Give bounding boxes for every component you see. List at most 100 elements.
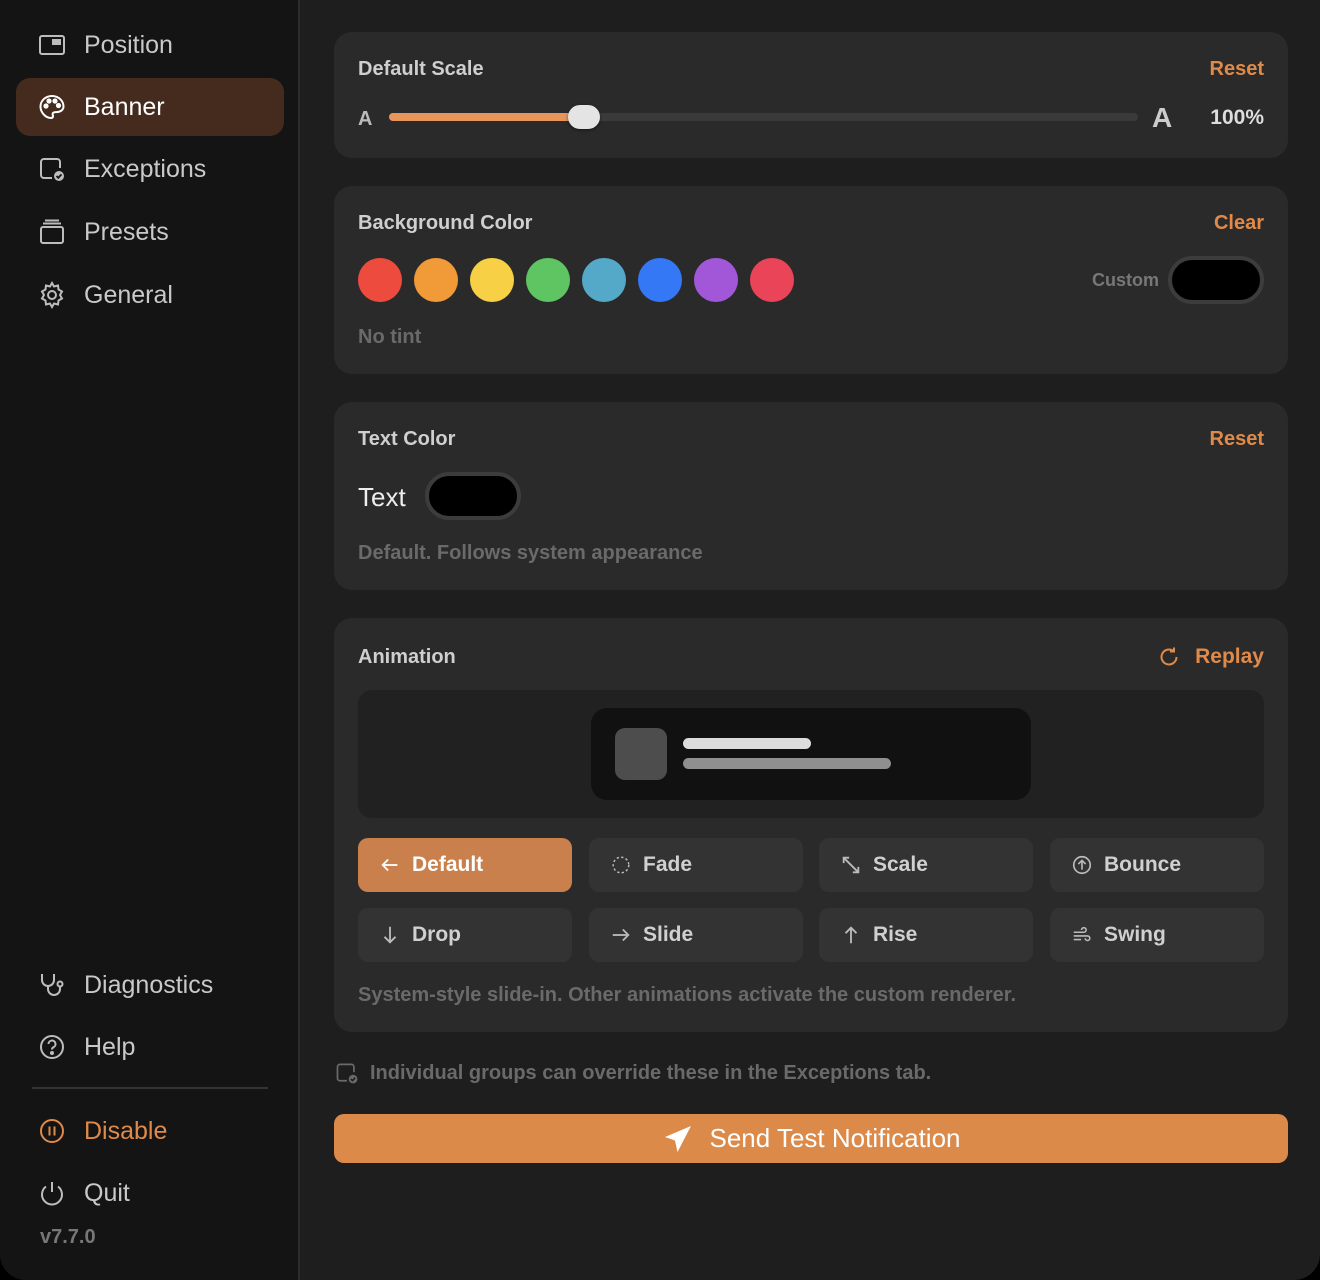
replay-icon — [1157, 645, 1181, 669]
color-swatch[interactable] — [358, 258, 402, 302]
stethoscope-icon — [36, 969, 68, 1001]
scale-min-label: A — [358, 108, 373, 130]
scale-card: Default Scale Reset A A 100% — [334, 32, 1288, 158]
background-color-card: Background Color Clear Custom No tint — [334, 186, 1288, 374]
sidebar-item-label: Disable — [84, 1116, 168, 1145]
sidebar-item-exceptions[interactable]: Exceptions — [16, 140, 284, 198]
background-clear-button[interactable]: Clear — [1214, 212, 1264, 235]
settings-window: Position Banner Exceptions Presets Gener… — [0, 0, 1320, 1280]
sidebar-item-help[interactable]: Help — [16, 1018, 284, 1076]
palette-icon — [36, 91, 68, 123]
animation-option-default[interactable]: Default — [358, 838, 572, 892]
animation-option-swing[interactable]: Swing — [1050, 908, 1264, 962]
animation-option-drop[interactable]: Drop — [358, 908, 572, 962]
arrow-right-icon — [609, 923, 633, 947]
animation-option-label: Fade — [643, 853, 693, 876]
card-title: Background Color — [358, 212, 533, 234]
sidebar-item-quit[interactable]: Quit — [16, 1164, 284, 1222]
wind-icon — [1070, 923, 1094, 947]
color-swatch[interactable] — [750, 258, 794, 302]
sidebar-item-label: Quit — [84, 1178, 130, 1207]
text-color-well[interactable] — [425, 472, 521, 520]
color-swatch[interactable] — [694, 258, 738, 302]
animation-option-label: Default — [412, 853, 484, 876]
color-swatch[interactable] — [414, 258, 458, 302]
color-swatch[interactable] — [470, 258, 514, 302]
send-button-label: Send Test Notification — [709, 1123, 961, 1153]
color-swatch[interactable] — [526, 258, 570, 302]
animation-option-fade[interactable]: Fade — [589, 838, 803, 892]
banner-preview-body-line — [683, 758, 891, 769]
power-icon — [36, 1177, 68, 1209]
text-color-card: Text Color Reset Text Default. Follows s… — [334, 402, 1288, 590]
paper-plane-icon — [662, 1123, 710, 1155]
banner-preview-mock — [591, 708, 1031, 800]
exceptions-footnote: Individual groups can override these in … — [334, 1060, 931, 1086]
sidebar-divider — [32, 1087, 268, 1089]
exceptions-icon — [334, 1060, 360, 1086]
scale-reset-button[interactable]: Reset — [1210, 58, 1264, 81]
position-icon — [36, 29, 68, 61]
animation-option-bounce[interactable]: Bounce — [1050, 838, 1264, 892]
scale-value: 100% — [1210, 106, 1264, 129]
arrow-up-icon — [839, 923, 863, 947]
sidebar-item-diagnostics[interactable]: Diagnostics — [16, 956, 284, 1014]
sidebar-item-label: Position — [84, 30, 173, 59]
sidebar-item-presets[interactable]: Presets — [16, 203, 284, 261]
version-label: v7.7.0 — [40, 1226, 96, 1248]
banner-preview-title-line — [683, 738, 811, 749]
animation-option-label: Rise — [873, 923, 918, 946]
animation-description: System-style slide-in. Other animations … — [358, 984, 1016, 1006]
sidebar-item-label: Help — [84, 1032, 136, 1061]
custom-color-label: Custom — [1092, 270, 1159, 290]
animation-preview — [358, 690, 1264, 818]
sidebar-item-label: Exceptions — [84, 154, 207, 183]
sidebar-item-position[interactable]: Position — [16, 16, 284, 74]
arrow-up-circle-icon — [1070, 853, 1094, 877]
sidebar-item-label: Banner — [84, 92, 165, 121]
animation-option-scale[interactable]: Scale — [819, 838, 1033, 892]
animation-option-rise[interactable]: Rise — [819, 908, 1033, 962]
sidebar-item-label: Presets — [84, 217, 169, 246]
sidebar-item-label: Diagnostics — [84, 970, 214, 999]
animation-option-label: Swing — [1104, 923, 1166, 946]
color-swatch[interactable] — [582, 258, 626, 302]
card-title: Animation — [358, 646, 456, 668]
animation-option-slide[interactable]: Slide — [589, 908, 803, 962]
sidebar: Position Banner Exceptions Presets Gener… — [0, 0, 300, 1280]
text-color-status: Default. Follows system appearance — [358, 542, 703, 564]
pause-icon — [36, 1115, 68, 1147]
scale-max-label: A — [1152, 102, 1173, 133]
text-color-reset-button[interactable]: Reset — [1210, 428, 1264, 451]
custom-color-well[interactable] — [1168, 256, 1264, 304]
sidebar-item-label: General — [84, 280, 173, 309]
scale-slider-thumb[interactable] — [567, 105, 600, 129]
card-title: Text Color — [358, 428, 456, 450]
exceptions-icon — [36, 153, 68, 185]
sidebar-item-banner[interactable]: Banner — [16, 78, 284, 136]
arrow-down-icon — [378, 923, 402, 947]
sidebar-item-general[interactable]: General — [16, 266, 284, 324]
expand-icon — [839, 853, 863, 877]
scale-slider-fill — [389, 113, 584, 121]
footnote-text: Individual groups can override these in … — [370, 1061, 932, 1084]
sidebar-item-disable[interactable]: Disable — [16, 1102, 284, 1160]
background-status: No tint — [358, 326, 422, 348]
animation-option-label: Bounce — [1104, 853, 1182, 876]
banner-preview-icon — [615, 728, 667, 780]
animation-option-label: Drop — [412, 923, 461, 946]
text-color-label: Text — [358, 482, 406, 512]
question-icon — [36, 1031, 68, 1063]
arrow-left-icon — [378, 853, 402, 877]
color-swatch[interactable] — [638, 258, 682, 302]
scale-slider-track[interactable] — [389, 113, 1138, 121]
dashed-circle-icon — [609, 853, 633, 877]
animation-card: Animation Replay Default Fade Scale Boun… — [334, 618, 1288, 1032]
card-title: Default Scale — [358, 58, 484, 80]
replay-button[interactable]: Replay — [1157, 645, 1264, 669]
send-test-notification-button[interactable]: Send Test Notification — [334, 1114, 1288, 1163]
replay-label: Replay — [1195, 645, 1264, 668]
animation-option-label: Scale — [873, 853, 928, 876]
animation-option-label: Slide — [643, 923, 694, 946]
gear-icon — [36, 279, 68, 311]
